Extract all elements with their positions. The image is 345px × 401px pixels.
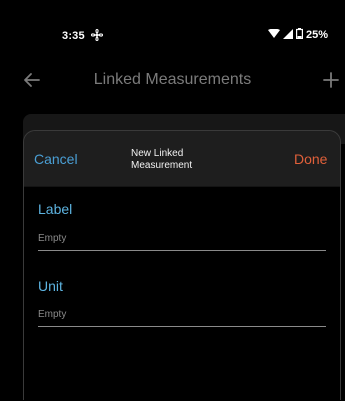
status-bar: 3:35 25% [0,0,345,60]
dialog-header: Cancel New Linked Measurement Done [24,131,340,187]
plus-icon[interactable] [321,70,341,90]
wifi-icon [268,26,280,44]
status-time: 3:35 [62,30,85,42]
status-icons: 25% [268,28,328,42]
unit-field[interactable] [38,303,326,327]
battery-percent: 25% [306,29,329,41]
fan-icon [90,28,104,42]
label-field-label: Label [38,201,73,217]
dialog-title: New Linked Measurement [131,148,193,171]
app-bar: Linked Measurements [0,60,345,102]
new-linked-measurement-dialog: Cancel New Linked Measurement Done Label… [23,130,341,401]
dialog-form: Label Unit [24,187,340,401]
signal-icon [283,26,293,44]
unit-field-label: Unit [38,278,63,294]
cancel-button[interactable]: Cancel [34,151,78,167]
label-field[interactable] [38,227,326,251]
done-button[interactable]: Done [294,151,327,167]
page-title: Linked Measurements [93,71,252,88]
battery-icon [296,26,304,44]
